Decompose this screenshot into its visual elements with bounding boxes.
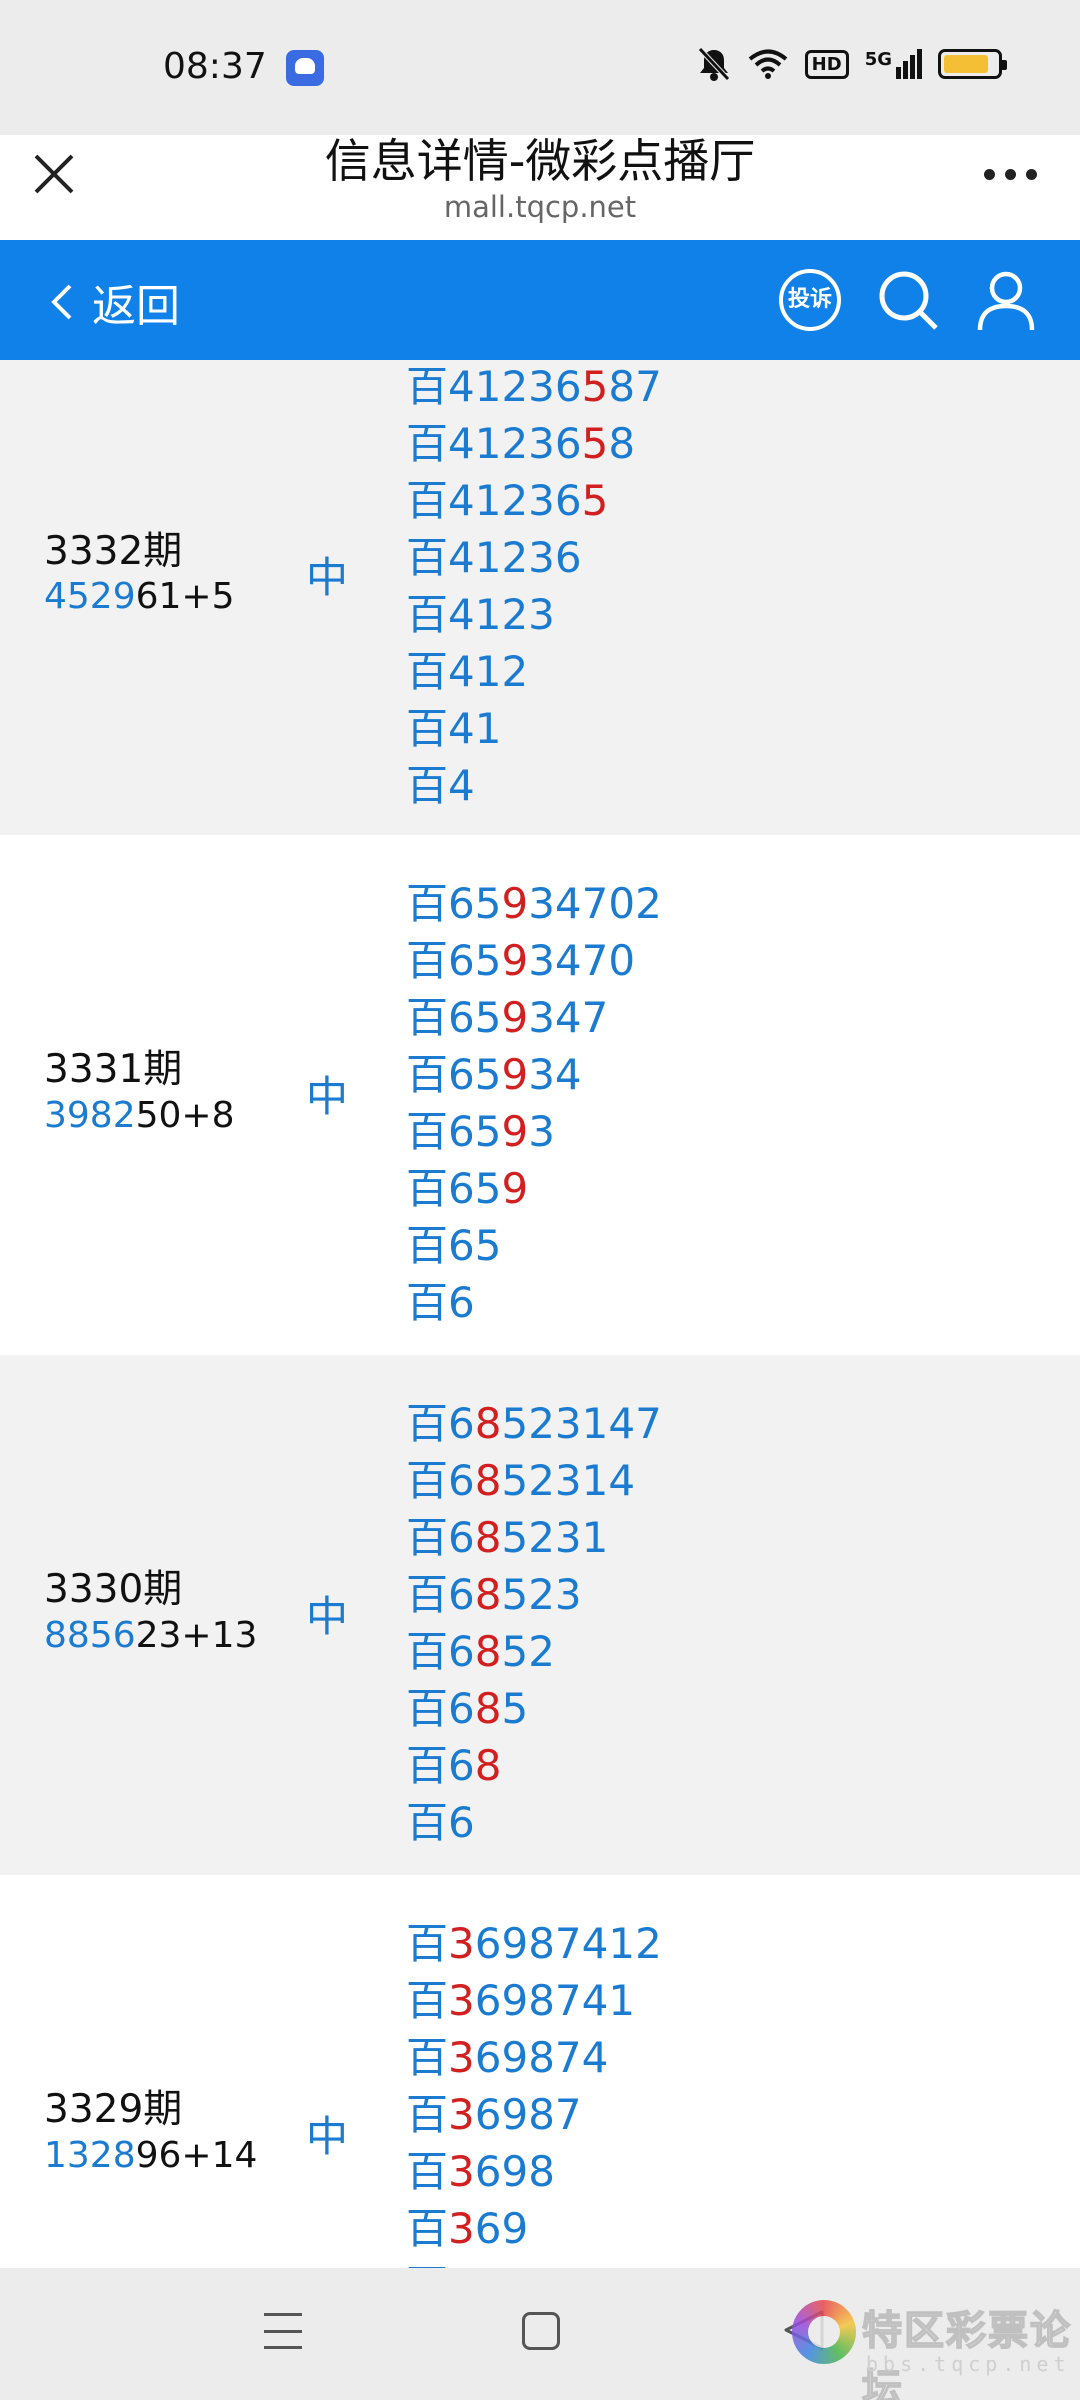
draw-main: 4529	[44, 576, 136, 617]
battery-level	[944, 55, 988, 73]
search-icon[interactable]	[876, 268, 940, 332]
draw-rest: 61+5	[135, 576, 235, 617]
number-line: 百65	[406, 1221, 502, 1270]
system-nav-bar: 特区彩票论坛 bbs.tqcp.net	[0, 2268, 1080, 2400]
forum-logo-icon	[792, 2300, 856, 2364]
number-line: 百3698	[406, 2147, 555, 2196]
page-domain: mall.tqcp.net	[443, 190, 637, 224]
result-label: 中	[306, 1592, 349, 1641]
number-line: 百412365	[406, 476, 609, 525]
home-icon[interactable]	[522, 2312, 560, 2350]
watermark-title: 特区彩票论坛	[861, 2307, 1072, 2400]
draw-number: 885623+13	[44, 1615, 257, 1656]
draw-rest: 96+14	[135, 2135, 258, 2176]
number-line: 百659347	[406, 993, 609, 1042]
network-type: 5G	[864, 49, 892, 70]
chevron-left-icon	[51, 284, 72, 320]
baidu-app-icon	[286, 50, 324, 86]
status-icons: HD 5G	[697, 46, 1007, 82]
page-title: 信息详情-微彩点播厅	[324, 134, 756, 188]
user-icon[interactable]	[974, 268, 1038, 332]
period-label: 3330期	[44, 1567, 183, 1612]
list-item-3331: 3331期 398250+8 中 百65934702 百6593470 百659…	[0, 835, 1080, 1355]
number-line: 百4	[406, 761, 475, 810]
draw-list: 3332期 452961+5 中 百41236587 百4123658 百412…	[0, 360, 1080, 2268]
number-line: 百41	[406, 704, 502, 753]
number-line: 百3698741	[406, 1976, 636, 2025]
number-line: 百36987412	[406, 1919, 662, 1968]
back-label: 返回	[92, 281, 180, 332]
number-line: 百68523147	[406, 1399, 662, 1448]
period-label: 3331期	[44, 1047, 183, 1092]
status-time: 08:37	[163, 46, 267, 87]
number-line: 百6	[406, 1278, 475, 1327]
result-label: 中	[306, 2112, 349, 2161]
number-line: 百6	[406, 1798, 475, 1847]
complain-button[interactable]: 投诉	[778, 268, 842, 332]
period-label: 3329期	[44, 2087, 183, 2132]
draw-number: 132896+14	[44, 2135, 257, 2176]
signal-icon: 5G	[865, 49, 922, 79]
number-line: 百412	[406, 647, 529, 696]
number-line: 百369874	[406, 2033, 609, 2082]
draw-main: 1328	[44, 2135, 136, 2176]
status-bar: 08:37 HD 5G	[0, 0, 1080, 135]
number-line: 百36	[406, 2257, 501, 2268]
more-icon[interactable]	[984, 162, 1044, 186]
number-line: 百65934	[406, 1050, 582, 1099]
number-line: 百685	[406, 1684, 529, 1733]
bell-off-icon	[697, 47, 730, 81]
draw-rest: 23+13	[135, 1615, 258, 1656]
list-item-3329: 3329期 132896+14 中 百36987412 百3698741 百36…	[0, 1875, 1080, 2268]
site-nav-bar: 返回 投诉	[0, 240, 1080, 360]
number-line: 百36987	[406, 2090, 582, 2139]
complain-label: 投诉	[787, 287, 832, 312]
draw-main: 8856	[44, 1615, 136, 1656]
number-line: 百68523	[406, 1570, 582, 1619]
result-label: 中	[306, 553, 349, 602]
number-line: 百4123658	[406, 419, 636, 468]
number-line: 百65934702	[406, 879, 662, 928]
draw-number: 452961+5	[44, 576, 235, 617]
number-line: 百6852314	[406, 1456, 636, 1505]
period-label: 3332期	[44, 529, 183, 574]
draw-main: 3982	[44, 1095, 136, 1136]
number-line: 百369	[406, 2204, 529, 2253]
number-line: 百6852	[406, 1627, 555, 1676]
draw-number: 398250+8	[44, 1095, 235, 1136]
list-item-3332: 3332期 452961+5 中 百41236587 百4123658 百412…	[0, 360, 1080, 835]
wifi-icon	[748, 49, 787, 79]
result-label: 中	[306, 1072, 349, 1121]
back-button[interactable]: 返回	[48, 270, 180, 334]
number-line: 百685231	[406, 1513, 609, 1562]
number-line: 百659	[406, 1164, 529, 1213]
number-line: 百41236	[406, 533, 582, 582]
list-item-3330: 3330期 885623+13 中 百68523147 百6852314 百68…	[0, 1355, 1080, 1875]
hd-icon: HD	[804, 49, 849, 79]
number-line: 百68	[406, 1741, 502, 1790]
draw-rest: 50+8	[135, 1095, 235, 1136]
number-line: 百6593	[406, 1107, 555, 1156]
watermark-url: bbs.tqcp.net	[866, 2352, 1071, 2376]
number-line: 百41236587	[406, 362, 662, 411]
battery-icon	[938, 49, 1007, 79]
watermark: 特区彩票论坛 bbs.tqcp.net	[792, 2288, 1080, 2400]
number-line: 百4123	[406, 590, 555, 639]
number-line: 百6593470	[406, 936, 636, 985]
menu-icon[interactable]	[264, 2313, 302, 2349]
